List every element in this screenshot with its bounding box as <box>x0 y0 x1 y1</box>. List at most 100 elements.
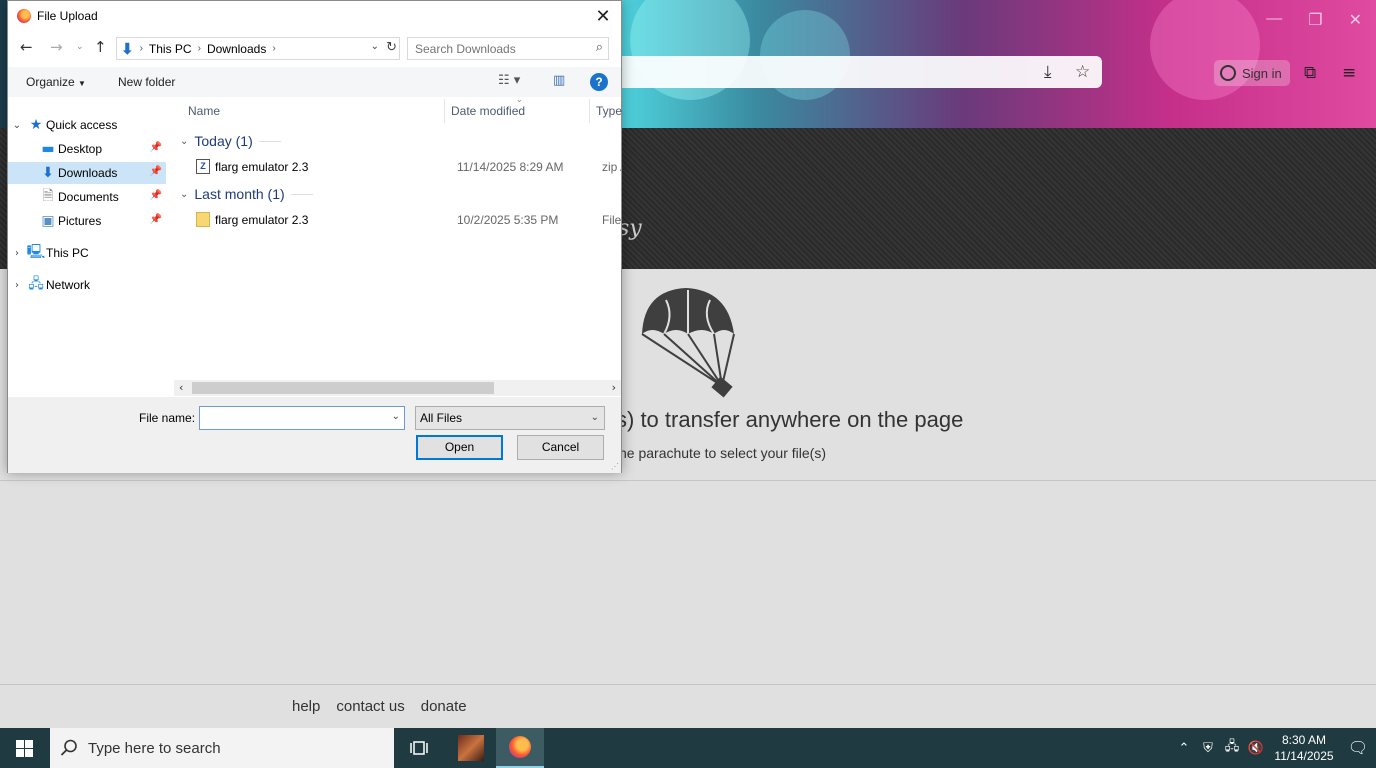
help-icon[interactable]: ? <box>590 73 608 91</box>
downloads-folder-icon: ⬇ <box>121 40 134 58</box>
group-header-last-month[interactable]: ⌄ Last month (1) <box>180 186 313 202</box>
preview-pane-icon[interactable]: ▥ <box>553 73 565 88</box>
nav-item-pictures[interactable]: ▣ Pictures 📌 <box>8 210 166 232</box>
open-button[interactable]: Open <box>416 435 503 460</box>
refresh-icon[interactable]: ↻ <box>386 40 397 55</box>
nav-item-label: Desktop <box>58 142 103 156</box>
donate-link[interactable]: donate <box>421 698 467 715</box>
breadcrumb-separator-icon: › <box>197 43 201 54</box>
maximize-icon[interactable]: ❐ <box>1308 10 1322 30</box>
navigation-pane: ⌄ ★ Quick access ▬ Desktop 📌 ⬇ Downloads… <box>8 109 168 389</box>
column-type[interactable]: Type <box>596 104 622 118</box>
taskbar: Type here to search ⌃ ⛨ 🖧 🔇 8:30 AM 11/1… <box>0 728 1376 768</box>
folder-search[interactable]: ⌕ <box>407 37 609 60</box>
task-view-icon[interactable] <box>396 728 442 768</box>
dialog-title-bar[interactable]: File Upload ✕ <box>8 1 621 31</box>
chevron-up-icon[interactable]: ⌃ <box>1172 741 1196 756</box>
file-row[interactable]: Z flarg emulator 2.3 11/14/2025 8:29 AM … <box>174 156 621 178</box>
column-divider[interactable] <box>444 99 445 123</box>
up-arrow-icon[interactable]: ↑ <box>94 38 107 56</box>
nav-item-quick-access[interactable]: ⌄ ★ Quick access <box>8 114 166 136</box>
network-icon[interactable]: 🖧 <box>1220 737 1244 759</box>
bookmark-star-icon[interactable]: ☆ <box>1075 62 1090 82</box>
search-icon[interactable]: ⌕ <box>596 40 603 55</box>
address-dropdown-icon[interactable]: ⌄ <box>371 41 379 52</box>
nav-item-this-pc[interactable]: › 🖳 This PC <box>8 242 166 264</box>
address-breadcrumb[interactable]: ⬇ › This PC › Downloads › ⌄ ↻ <box>116 37 400 60</box>
close-icon[interactable]: ✕ <box>1349 10 1362 30</box>
contact-us-link[interactable]: contact us <box>336 698 404 715</box>
menu-icon[interactable]: ≡ <box>1342 63 1356 83</box>
pin-icon[interactable]: 📌 <box>150 190 162 201</box>
help-link[interactable]: help <box>292 698 320 715</box>
organize-menu[interactable]: Organize ▼ <box>26 75 86 89</box>
network-icon: 🖧 <box>28 276 44 292</box>
url-bar[interactable]: ⤓ ☆ <box>620 56 1102 88</box>
breadcrumb-this-pc[interactable]: This PC <box>149 42 192 56</box>
volume-muted-icon[interactable]: 🔇 <box>1244 741 1268 756</box>
recent-locations-chevron-icon[interactable]: ⌄ <box>76 42 84 52</box>
chevron-down-icon[interactable]: ⌄ <box>392 411 400 422</box>
pin-icon[interactable]: 📌 <box>150 214 162 225</box>
nav-item-label: Pictures <box>58 214 102 228</box>
windows-logo-icon <box>15 739 33 757</box>
computer-icon: 🖳 <box>26 244 46 260</box>
expand-chevron-icon[interactable]: › <box>8 280 26 291</box>
nav-item-label: Documents <box>58 190 119 204</box>
photos-app-icon[interactable] <box>448 728 494 768</box>
pin-icon[interactable]: 📌 <box>150 166 162 177</box>
back-arrow-icon[interactable]: ← <box>20 38 33 56</box>
sign-in-label: Sign in <box>1242 65 1282 81</box>
nav-item-documents[interactable]: 🗎 Documents 📌 <box>8 186 166 208</box>
notification-icon[interactable]: 🗨 <box>1340 738 1376 758</box>
drop-title: s) to transfer anywhere on the page <box>616 407 964 432</box>
horizontal-scrollbar[interactable]: ‹ › <box>174 380 621 396</box>
column-header: Name ⌄ Date modified Type <box>174 95 622 123</box>
file-name-input[interactable] <box>203 410 383 424</box>
file-row[interactable]: flarg emulator 2.3 10/2/2025 5:35 PM Fil… <box>174 209 621 231</box>
file-type-select[interactable]: All Files ⌄ <box>415 406 605 430</box>
breadcrumb-downloads[interactable]: Downloads <box>207 42 266 56</box>
column-divider[interactable] <box>589 99 590 123</box>
forward-arrow-icon[interactable]: → <box>50 38 63 56</box>
organize-label: Organize <box>26 75 75 89</box>
divider <box>258 140 281 142</box>
view-options-icon[interactable]: ☷ ▾ <box>498 73 520 88</box>
drop-subtitle: he parachute to select your file(s) <box>619 445 826 461</box>
security-icon[interactable]: ⛨ <box>1196 741 1220 756</box>
command-bar: Organize ▼ New folder ☷ ▾ ▥ ? <box>8 67 621 97</box>
extensions-icon[interactable]: ⧉ <box>1304 63 1316 83</box>
start-button[interactable] <box>0 728 48 768</box>
file-name-label: File name: <box>139 411 196 425</box>
breadcrumb-separator-icon: › <box>272 43 276 54</box>
divider <box>290 193 313 195</box>
column-name[interactable]: Name <box>188 104 220 118</box>
footer-links: help contact us donate <box>292 698 467 715</box>
cancel-button[interactable]: Cancel <box>517 435 604 460</box>
scroll-left-icon[interactable]: ‹ <box>179 381 183 394</box>
nav-item-label: This PC <box>46 246 89 260</box>
nav-item-downloads[interactable]: ⬇ Downloads 📌 <box>8 162 166 184</box>
parachute-icon[interactable] <box>636 286 740 398</box>
firefox-taskbar-icon[interactable] <box>496 728 544 768</box>
folder-search-input[interactable] <box>415 41 585 56</box>
expand-chevron-icon[interactable]: › <box>8 248 26 259</box>
scroll-right-icon[interactable]: › <box>612 381 616 394</box>
column-date-modified[interactable]: Date modified <box>451 104 525 118</box>
group-header-today[interactable]: ⌄ Today (1) <box>180 133 281 149</box>
scrollbar-thumb[interactable] <box>192 382 494 394</box>
clock[interactable]: 8:30 AM 11/14/2025 <box>1268 732 1340 764</box>
chevron-down-icon: ▼ <box>78 79 86 88</box>
file-name-combobox[interactable]: ⌄ <box>199 406 405 430</box>
expand-chevron-icon[interactable]: ⌄ <box>8 120 26 131</box>
nav-item-network[interactable]: › 🖧 Network <box>8 274 166 296</box>
dialog-close-button[interactable]: ✕ <box>591 4 615 28</box>
new-folder-button[interactable]: New folder <box>118 75 175 89</box>
minimize-icon[interactable]: — <box>1266 10 1282 30</box>
sign-in-button[interactable]: Sign in <box>1214 60 1290 86</box>
taskbar-search[interactable]: Type here to search <box>50 728 394 768</box>
nav-item-desktop[interactable]: ▬ Desktop 📌 <box>8 138 166 160</box>
resize-grip-icon[interactable]: ⋰ <box>611 462 619 471</box>
pin-icon[interactable]: 📌 <box>150 142 162 153</box>
download-icon[interactable]: ⤓ <box>1044 62 1052 82</box>
